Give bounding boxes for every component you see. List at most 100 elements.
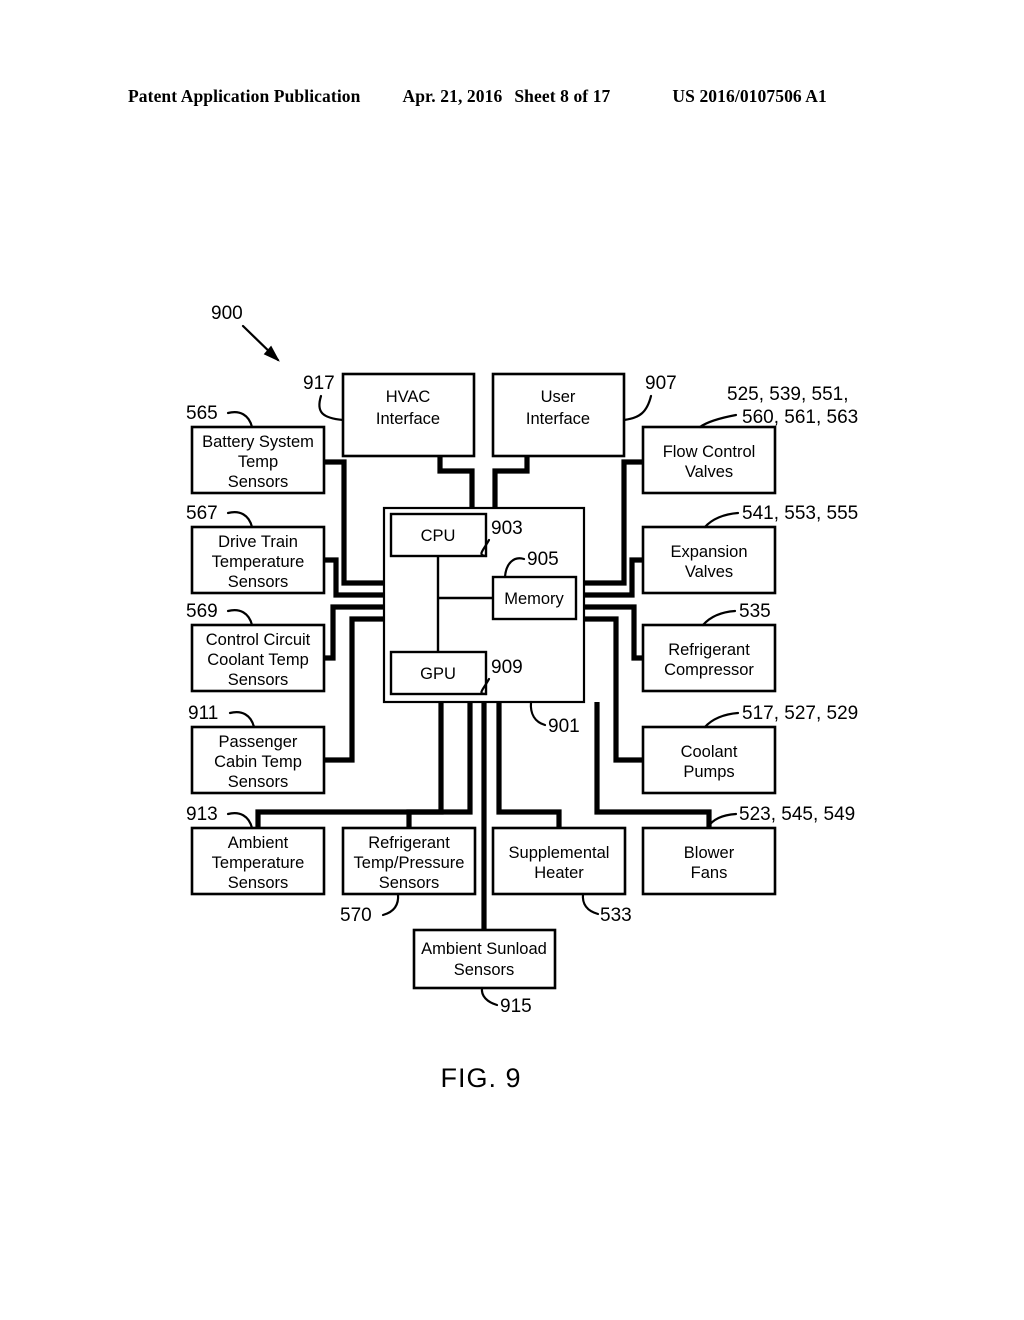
controller-block[interactable]: CPU Memory GPU — [382, 506, 586, 704]
ambient-temp-sensors-line2: Temperature — [212, 854, 305, 872]
ref-917-group: 917 — [303, 373, 345, 422]
ref-569-label: 569 — [186, 601, 218, 622]
ambient-sunload-sensors-box[interactable] — [412, 928, 557, 990]
battery-sensors-line2: Temp — [238, 453, 278, 471]
refrigerant-tp-sensors-line3: Sensors — [379, 874, 440, 892]
refrigerant-compressor-block[interactable]: Refrigerant Compressor — [641, 623, 777, 693]
ref-917-label: 917 — [303, 373, 335, 394]
wire-battery-sensors — [324, 459, 384, 586]
control-circuit-sensors-line3: Sensors — [228, 671, 289, 689]
ref-coolant-pumps-leader — [703, 711, 740, 729]
flow-control-valves-line2: Valves — [685, 463, 733, 481]
ref-911-leader — [228, 711, 256, 729]
ambient-temp-sensors-line1: Ambient — [228, 834, 289, 852]
coolant-pumps-block[interactable]: Coolant Pumps — [641, 725, 777, 795]
ref-901-label: 901 — [548, 716, 580, 737]
ref-535-group: 535 — [701, 601, 771, 627]
ref-909-label: 909 — [491, 657, 523, 678]
ref-569-leader — [226, 609, 254, 627]
refrigerant-compressor-line2: Compressor — [664, 661, 754, 679]
drivetrain-sensors-line3: Sensors — [228, 573, 289, 591]
ref-900-group: 900 — [211, 303, 280, 362]
ref-565-leader — [226, 411, 254, 429]
ref-flow-control-valves-line1: 525, 539, 551, — [727, 384, 849, 405]
flow-control-valves-block[interactable]: Flow Control Valves — [641, 425, 777, 495]
refrigerant-tp-sensors-line1: Refrigerant — [368, 834, 450, 852]
blower-fans-block[interactable]: Blower Fans — [641, 826, 777, 896]
ref-535-label: 535 — [739, 601, 771, 622]
refrigerant-temp-pressure-sensors-block[interactable]: Refrigerant Temp/Pressure Sensors — [341, 826, 477, 896]
drivetrain-sensors-line2: Temperature — [212, 553, 305, 571]
user-interface-block[interactable]: User Interface — [491, 372, 626, 458]
coolant-pumps-line2: Pumps — [683, 763, 734, 781]
expansion-valves-block[interactable]: Expansion Valves — [641, 525, 777, 595]
ref-907-label: 907 — [645, 373, 677, 394]
ref-565-label: 565 — [186, 403, 218, 424]
ref-flow-control-valves-leader — [698, 413, 738, 429]
ref-flow-control-valves-group: 525, 539, 551, 560, 561, 563 — [698, 384, 858, 429]
ref-expansion-valves-leader — [703, 511, 740, 529]
ref-blower-fans-group: 523, 545, 549 — [705, 804, 855, 830]
ref-coolant-pumps-group: 517, 527, 529 — [703, 703, 858, 729]
ref-913-label: 913 — [186, 804, 218, 825]
ref-535-leader — [701, 609, 737, 627]
wire-hvac-to-controller — [437, 456, 475, 508]
ref-567-leader — [226, 511, 254, 529]
supplemental-heater-block[interactable]: Supplemental Heater — [491, 826, 627, 896]
refrigerant-compressor-line1: Refrigerant — [668, 641, 750, 659]
passenger-cabin-sensors-line1: Passenger — [219, 733, 298, 751]
blower-fans-line2: Fans — [691, 864, 728, 882]
coolant-pumps-line1: Coolant — [681, 743, 738, 761]
ref-913-leader — [226, 812, 254, 830]
hvac-interface-label-line2: Interface — [376, 410, 440, 428]
ref-901-group: 901 — [529, 700, 580, 737]
ref-915-label: 915 — [500, 996, 532, 1017]
memory-label: Memory — [504, 590, 564, 608]
battery-sensors-line3: Sensors — [228, 473, 289, 491]
refrigerant-tp-sensors-line2: Temp/Pressure — [354, 854, 465, 872]
passenger-cabin-sensors-line3: Sensors — [228, 773, 289, 791]
user-interface-label-line1: User — [541, 388, 576, 406]
ref-blower-fans-label: 523, 545, 549 — [739, 804, 855, 825]
battery-sensors-line1: Battery System — [202, 433, 314, 451]
figure-caption: FIG. 9 — [440, 1063, 521, 1093]
control-circuit-coolant-temp-sensors-block[interactable]: Control Circuit Coolant Temp Sensors — [190, 623, 326, 693]
drive-train-temperature-sensors-block[interactable]: Drive Train Temperature Sensors — [190, 525, 326, 595]
ref-565-group: 565 — [186, 403, 254, 429]
ref-533-group: 533 — [581, 892, 632, 926]
ref-900-label: 900 — [211, 303, 243, 324]
ref-915-leader — [480, 986, 499, 1007]
ref-expansion-valves-group: 541, 553, 555 — [703, 503, 858, 529]
hvac-interface-label-line1: HVAC — [386, 388, 431, 406]
ref-flow-control-valves-line2: 560, 561, 563 — [742, 407, 858, 428]
ref-570-group: 570 — [340, 892, 400, 926]
ref-911-group: 911 — [188, 703, 256, 729]
ambient-temperature-sensors-block[interactable]: Ambient Temperature Sensors — [190, 826, 326, 896]
ref-911-label: 911 — [188, 703, 218, 724]
figure-9: CPU Memory GPU HVAC Interface User Inter… — [0, 0, 1024, 1320]
expansion-valves-line2: Valves — [685, 563, 733, 581]
passenger-cabin-sensors-line2: Cabin Temp — [214, 753, 302, 771]
expansion-valves-line1: Expansion — [670, 543, 747, 561]
ref-expansion-valves-label: 541, 553, 555 — [742, 503, 858, 524]
ref-915-group: 915 — [480, 986, 532, 1017]
flow-control-valves-line1: Flow Control — [663, 443, 756, 461]
ambient-sunload-sensors-line1: Ambient Sunload — [421, 940, 547, 958]
ref-901-leader — [529, 700, 547, 727]
gpu-label: GPU — [420, 665, 456, 683]
ref-570-label: 570 — [340, 905, 372, 926]
hvac-interface-block[interactable]: HVAC Interface — [341, 372, 476, 458]
passenger-cabin-temp-sensors-block[interactable]: Passenger Cabin Temp Sensors — [190, 725, 326, 795]
control-circuit-sensors-line2: Coolant Temp — [207, 651, 309, 669]
ref-907-leader — [622, 394, 653, 422]
control-circuit-sensors-line1: Control Circuit — [206, 631, 311, 649]
ref-905-label: 905 — [527, 549, 559, 570]
ambient-temp-sensors-line3: Sensors — [228, 874, 289, 892]
ref-569-group: 569 — [186, 601, 254, 627]
block-diagram: CPU Memory GPU HVAC Interface User Inter… — [186, 303, 858, 1093]
drivetrain-sensors-line1: Drive Train — [218, 533, 298, 551]
wire-expansion-valves — [584, 557, 643, 598]
ref-533-leader — [581, 892, 600, 916]
ambient-sunload-sensors-block[interactable]: Ambient Sunload Sensors — [412, 928, 557, 990]
battery-system-temp-sensors-block[interactable]: Battery System Temp Sensors — [190, 425, 326, 495]
